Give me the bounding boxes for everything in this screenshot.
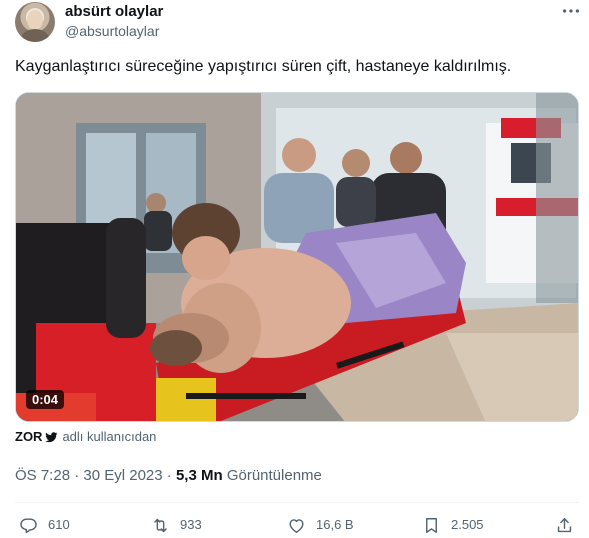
reply-icon xyxy=(20,517,37,533)
tweet-text: Kayganlaştırıcı süreceğine yapıştırıcı s… xyxy=(15,58,512,75)
divider xyxy=(15,502,579,503)
bookmark-icon xyxy=(426,517,437,533)
bookmark-button[interactable]: 2.505 xyxy=(422,513,484,537)
bookmark-count: 2.505 xyxy=(451,517,484,532)
reply-button[interactable]: 610 xyxy=(19,513,70,537)
like-button[interactable]: 16,6 B xyxy=(287,513,354,537)
tweet-date[interactable]: 30 Eyl 2023 xyxy=(83,467,162,484)
meta-separator-2: · xyxy=(166,467,172,484)
media-attribution[interactable]: ZOR adlı kullanıcıdan xyxy=(15,428,156,446)
repost-button[interactable]: 933 xyxy=(151,513,202,537)
video-frame xyxy=(16,93,578,421)
like-icon xyxy=(289,518,304,533)
attribution-source-name[interactable]: ZOR xyxy=(15,428,42,446)
more-options-button[interactable] xyxy=(560,0,582,22)
meta-separator: · xyxy=(74,467,80,484)
video-duration: 0:04 xyxy=(26,390,65,409)
attribution-text: adlı kullanıcıdan xyxy=(62,429,157,444)
share-button[interactable] xyxy=(555,513,574,537)
video-player[interactable]: 0:04 xyxy=(15,92,579,422)
more-icon xyxy=(562,9,580,13)
share-icon xyxy=(557,517,572,532)
repost-count: 933 xyxy=(180,517,202,532)
author-avatar[interactable] xyxy=(15,2,55,42)
verified-badge-icon xyxy=(45,431,58,442)
tweet-meta: ÖS 7:28 · 30 Eyl 2023 · 5,3 Mn Görüntüle… xyxy=(15,466,322,485)
author-display-name[interactable]: absürt olaylar xyxy=(65,2,163,21)
views-label: Görüntülenme xyxy=(226,467,322,484)
tweet-time[interactable]: ÖS 7:28 xyxy=(15,467,70,484)
action-bar: 610 933 16,6 B 2.505 xyxy=(15,513,579,537)
repost-icon xyxy=(154,518,167,532)
author-handle[interactable]: @absurtolaylar xyxy=(65,22,159,40)
avatar-face xyxy=(27,10,43,30)
views-count: 5,3 Mn xyxy=(175,467,223,484)
reply-count: 610 xyxy=(48,517,70,532)
avatar-body xyxy=(21,29,49,42)
like-count: 16,6 B xyxy=(316,517,354,532)
